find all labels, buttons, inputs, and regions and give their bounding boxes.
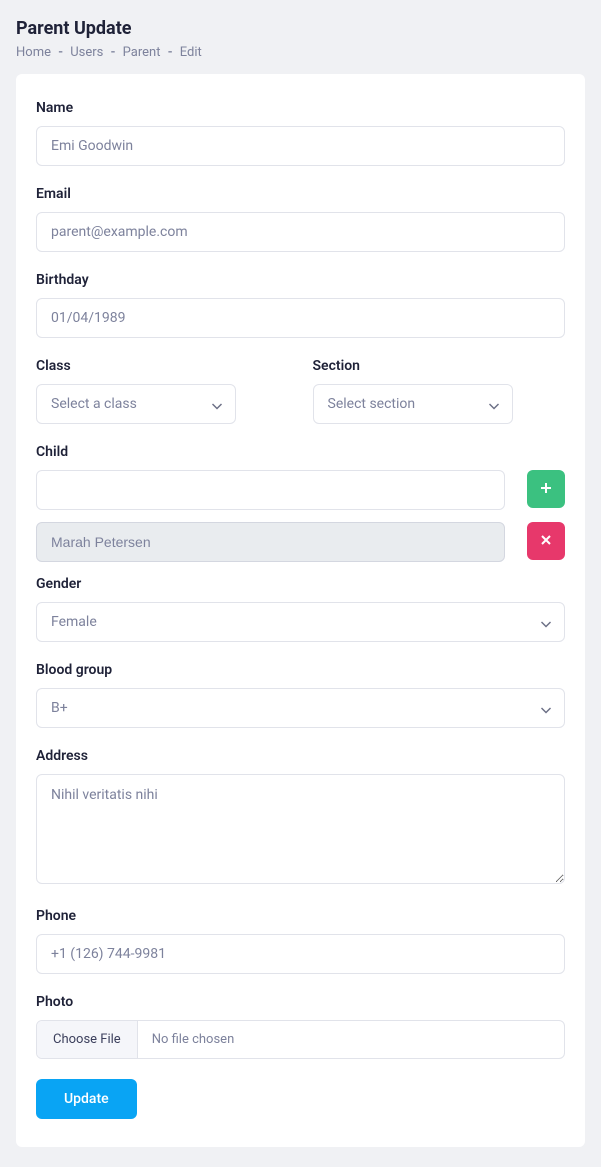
breadcrumb-edit[interactable]: Edit (180, 45, 202, 60)
phone-input[interactable] (36, 934, 565, 974)
file-chosen-text: No file chosen (138, 1021, 564, 1058)
breadcrumb-sep: - (58, 45, 63, 60)
plus-icon (540, 482, 552, 497)
choose-file-button[interactable]: Choose File (37, 1021, 138, 1058)
section-label: Section (313, 358, 566, 374)
page-header: Parent Update Home - Users - Parent - Ed… (0, 0, 601, 74)
breadcrumb-home[interactable]: Home (16, 45, 51, 60)
email-label: Email (36, 186, 565, 202)
email-input[interactable] (36, 212, 565, 252)
breadcrumb-parent[interactable]: Parent (123, 45, 161, 60)
section-select[interactable]: Select section (313, 384, 513, 424)
breadcrumb-sep: - (111, 45, 116, 60)
gender-label: Gender (36, 576, 565, 592)
child-input-1[interactable] (36, 522, 505, 562)
breadcrumb: Home - Users - Parent - Edit (16, 45, 585, 60)
page-title: Parent Update (16, 18, 585, 39)
breadcrumb-users[interactable]: Users (70, 45, 103, 60)
address-textarea[interactable] (36, 774, 565, 884)
gender-select-value: Female (37, 603, 564, 641)
phone-label: Phone (36, 908, 565, 924)
breadcrumb-sep: - (168, 45, 173, 60)
name-label: Name (36, 100, 565, 116)
birthday-input[interactable] (36, 298, 565, 338)
blood-label: Blood group (36, 662, 565, 678)
update-button[interactable]: Update (36, 1079, 137, 1119)
gender-select[interactable]: Female (36, 602, 565, 642)
address-label: Address (36, 748, 565, 764)
close-icon (540, 534, 552, 549)
name-input[interactable] (36, 126, 565, 166)
photo-file-input[interactable]: Choose File No file chosen (36, 1020, 565, 1059)
section-select-value: Select section (314, 385, 512, 423)
remove-child-button[interactable] (527, 522, 565, 560)
class-select[interactable]: Select a class (36, 384, 236, 424)
child-input-0[interactable] (36, 470, 505, 510)
child-label: Child (36, 444, 565, 460)
birthday-label: Birthday (36, 272, 565, 288)
form-card: Name Email Birthday Class Select a class… (16, 74, 585, 1147)
blood-select-value: B+ (37, 689, 564, 727)
class-label: Class (36, 358, 289, 374)
class-select-value: Select a class (37, 385, 235, 423)
add-child-button[interactable] (527, 470, 565, 508)
photo-label: Photo (36, 994, 565, 1010)
blood-select[interactable]: B+ (36, 688, 565, 728)
